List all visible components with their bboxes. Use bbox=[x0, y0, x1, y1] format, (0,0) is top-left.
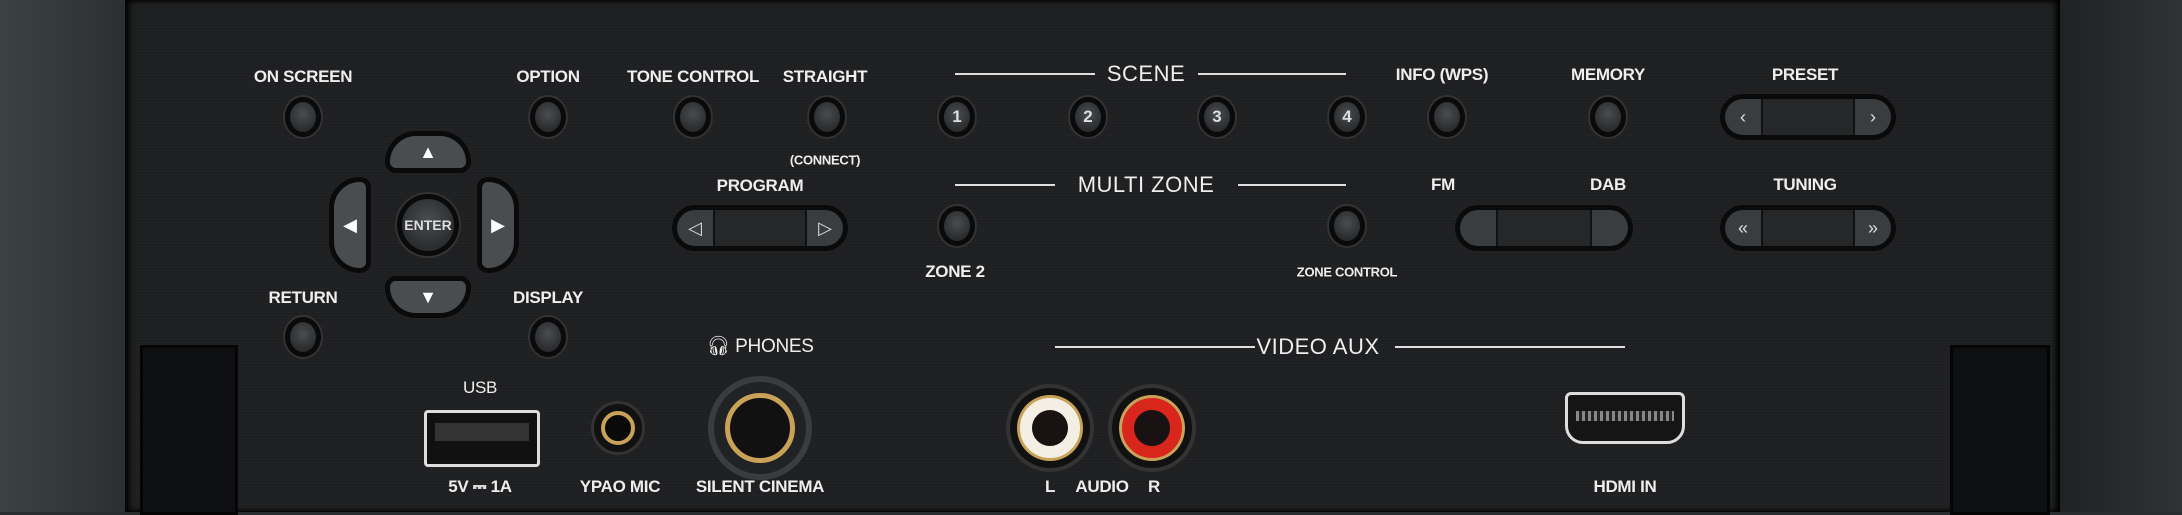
tuning-rocker[interactable]: «» bbox=[1720, 205, 1896, 251]
jack-socket bbox=[725, 393, 795, 463]
tone-control-label: TONE CONTROL bbox=[626, 67, 760, 86]
jack-socket bbox=[1122, 398, 1182, 458]
audio-label: AUDIO bbox=[1075, 477, 1129, 496]
display-label: DISPLAY bbox=[512, 288, 584, 307]
on-screen-label: ON SCREEN bbox=[253, 67, 353, 86]
usb-label: USB bbox=[462, 378, 498, 397]
zone2-label: ZONE 2 bbox=[925, 262, 985, 281]
right-side-trim bbox=[2060, 0, 2182, 512]
usb-port[interactable] bbox=[424, 410, 540, 467]
straight-button[interactable] bbox=[809, 97, 845, 137]
connect-label: (CONNECT) bbox=[789, 152, 861, 168]
cursor-down-button[interactable]: ▼ bbox=[385, 276, 471, 318]
fm-label: FM bbox=[1431, 175, 1455, 194]
band-center bbox=[1496, 210, 1592, 246]
zone-control-button[interactable] bbox=[1329, 206, 1365, 246]
audio-l-jack[interactable] bbox=[1006, 384, 1094, 472]
display-button[interactable] bbox=[530, 317, 566, 357]
scene-3-button[interactable]: 3 bbox=[1199, 97, 1235, 137]
scene-2-button[interactable]: 2 bbox=[1070, 97, 1106, 137]
ypao-mic-jack[interactable] bbox=[591, 401, 645, 455]
preset-prev-button[interactable]: ‹ bbox=[1725, 99, 1761, 135]
scene-divider bbox=[1198, 73, 1346, 75]
tuning-label: TUNING bbox=[1773, 175, 1837, 194]
preset-rocker[interactable]: ‹ › bbox=[1720, 94, 1896, 140]
straight-label: STRAIGHT bbox=[782, 67, 868, 86]
audio-l-label: L bbox=[1044, 477, 1056, 496]
cursor-up-button[interactable]: ▲ bbox=[385, 131, 471, 173]
video-aux-divider bbox=[1395, 346, 1625, 348]
memory-label: MEMORY bbox=[1570, 65, 1646, 84]
multi-zone-divider bbox=[1238, 184, 1346, 186]
on-screen-button[interactable] bbox=[285, 97, 321, 137]
right-foot-block bbox=[1950, 345, 2050, 515]
silent-cinema-label: SILENT CINEMA bbox=[695, 477, 825, 496]
fm-dab-rocker[interactable] bbox=[1455, 205, 1633, 251]
left-side-trim bbox=[0, 0, 128, 512]
tuning-center bbox=[1761, 210, 1855, 246]
video-aux-title: VIDEO AUX bbox=[1256, 334, 1380, 359]
scene-1-button[interactable]: 1 bbox=[939, 97, 975, 137]
multi-zone-title: MULTI ZONE bbox=[1077, 172, 1215, 197]
hdmi-in-port[interactable] bbox=[1565, 392, 1685, 444]
ypao-mic-label: YPAO MIC bbox=[579, 477, 661, 496]
cursor-right-button[interactable]: ▶ bbox=[477, 177, 519, 273]
tone-control-button[interactable] bbox=[675, 97, 711, 137]
program-center bbox=[713, 210, 807, 246]
preset-label: PRESET bbox=[1771, 65, 1839, 84]
zone-control-label: ZONE CONTROL bbox=[1296, 264, 1398, 280]
zone2-button[interactable] bbox=[939, 206, 975, 246]
memory-button[interactable] bbox=[1590, 97, 1626, 137]
audio-r-label: R bbox=[1148, 477, 1160, 496]
option-label: OPTION bbox=[516, 67, 580, 86]
program-label: PROGRAM bbox=[716, 176, 804, 195]
fm-button[interactable] bbox=[1460, 210, 1496, 246]
video-aux-divider bbox=[1055, 346, 1255, 348]
preset-center bbox=[1761, 99, 1855, 135]
jack-socket bbox=[1020, 398, 1080, 458]
cursor-left-button[interactable]: ◀ bbox=[329, 177, 371, 273]
info-button[interactable] bbox=[1429, 97, 1465, 137]
program-rocker[interactable]: ◁ ▷ bbox=[672, 205, 848, 251]
dab-button[interactable] bbox=[1592, 210, 1628, 246]
return-label: RETURN bbox=[268, 288, 338, 307]
return-button[interactable] bbox=[285, 317, 321, 357]
phones-jack[interactable] bbox=[708, 376, 812, 480]
scene-divider bbox=[955, 73, 1095, 75]
headphones-icon: 🎧︎ bbox=[706, 336, 736, 357]
info-label: INFO (WPS) bbox=[1395, 65, 1489, 84]
usb-tongue bbox=[435, 423, 529, 441]
phones-text: PHONES bbox=[735, 336, 814, 357]
usb-rating-label: 5V ⎓ 1A bbox=[448, 477, 512, 496]
phones-label: 🎧︎ PHONES bbox=[706, 334, 814, 358]
preset-next-button[interactable]: › bbox=[1855, 99, 1891, 135]
enter-button[interactable]: ENTER bbox=[397, 194, 459, 256]
dab-label: DAB bbox=[1590, 175, 1626, 194]
tuning-up-button[interactable]: » bbox=[1855, 210, 1891, 246]
left-foot-block bbox=[140, 345, 238, 515]
scene-title: SCENE bbox=[1106, 61, 1186, 86]
program-next-button[interactable]: ▷ bbox=[807, 210, 843, 246]
audio-r-jack[interactable] bbox=[1108, 384, 1196, 472]
jack-socket bbox=[601, 411, 635, 445]
scene-4-button[interactable]: 4 bbox=[1329, 97, 1365, 137]
multi-zone-divider bbox=[955, 184, 1055, 186]
hdmi-in-label: HDMI IN bbox=[1593, 477, 1657, 496]
program-prev-button[interactable]: ◁ bbox=[677, 210, 713, 246]
option-button[interactable] bbox=[530, 97, 566, 137]
tuning-down-button[interactable]: « bbox=[1725, 210, 1761, 246]
hdmi-pins bbox=[1576, 411, 1674, 421]
